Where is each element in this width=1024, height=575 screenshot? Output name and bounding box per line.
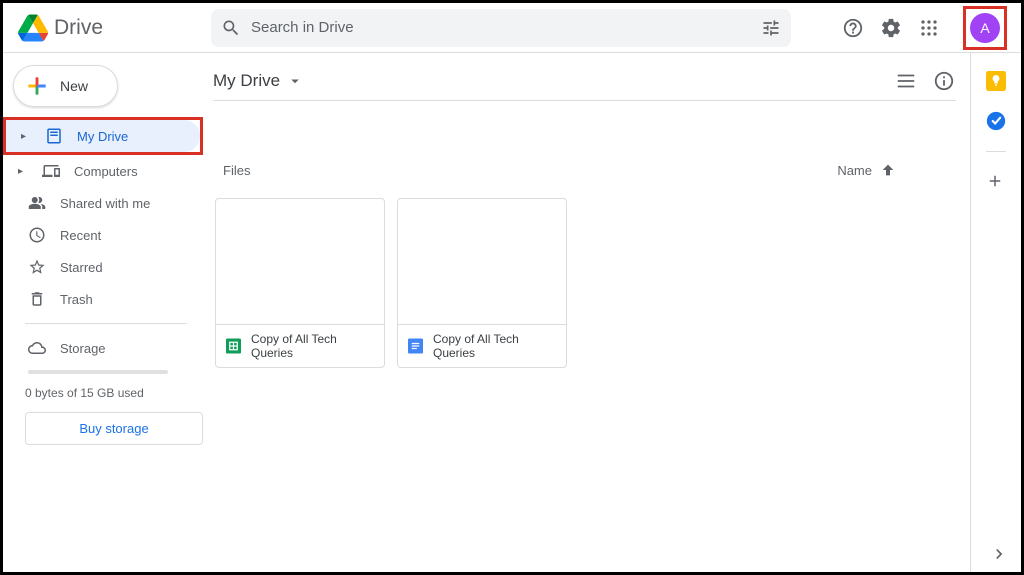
sidebar-item-shared[interactable]: Shared with me bbox=[3, 187, 195, 219]
breadcrumb[interactable]: My Drive bbox=[213, 71, 304, 91]
computers-icon bbox=[42, 162, 60, 180]
star-icon bbox=[28, 258, 46, 276]
content-area: My Drive Files Name bbox=[203, 53, 971, 572]
files-grid: Copy of All Tech Queries Copy of All Tec… bbox=[213, 198, 956, 368]
sheets-icon bbox=[226, 338, 241, 354]
sidebar-item-trash[interactable]: Trash bbox=[3, 283, 195, 315]
keep-app[interactable] bbox=[986, 71, 1006, 91]
sidebar-label: My Drive bbox=[77, 129, 128, 144]
sidebar-item-computers[interactable]: ▸ Computers bbox=[3, 155, 195, 187]
details-button[interactable] bbox=[932, 69, 956, 93]
recent-icon bbox=[28, 226, 46, 244]
expand-icon[interactable]: ▸ bbox=[18, 166, 28, 177]
mydrive-icon bbox=[45, 127, 63, 145]
cloud-icon bbox=[28, 339, 46, 357]
sidebar-item-recent[interactable]: Recent bbox=[3, 219, 195, 251]
list-view-button[interactable] bbox=[894, 69, 918, 93]
breadcrumb-label: My Drive bbox=[213, 71, 280, 91]
docs-icon bbox=[408, 338, 423, 354]
sidebar-label: Recent bbox=[60, 228, 101, 243]
file-preview bbox=[398, 199, 566, 325]
list-view-icon bbox=[895, 70, 917, 92]
sort-control[interactable]: Name bbox=[837, 162, 896, 178]
sidebar-label: Shared with me bbox=[60, 196, 150, 211]
storage-bar bbox=[28, 370, 168, 374]
search-icon bbox=[221, 18, 241, 38]
tasks-app[interactable] bbox=[986, 111, 1006, 131]
mydrive-highlight: ▸ My Drive bbox=[3, 117, 203, 155]
gear-icon bbox=[880, 17, 902, 39]
chevron-right-icon bbox=[989, 544, 1009, 564]
file-name: Copy of All Tech Queries bbox=[251, 332, 374, 360]
sidebar-label: Trash bbox=[60, 292, 93, 307]
files-header: Files Name bbox=[213, 162, 956, 178]
file-card[interactable]: Copy of All Tech Queries bbox=[397, 198, 567, 368]
help-button[interactable] bbox=[841, 16, 865, 40]
file-card[interactable]: Copy of All Tech Queries bbox=[215, 198, 385, 368]
content-header: My Drive bbox=[213, 61, 956, 101]
sidebar: New ▸ My Drive ▸ Computers Shared with m… bbox=[3, 53, 203, 572]
apps-button[interactable] bbox=[917, 16, 941, 40]
header-actions: A bbox=[841, 6, 1011, 50]
side-divider bbox=[986, 151, 1006, 152]
expand-icon[interactable]: ▸ bbox=[21, 131, 31, 142]
app-name: Drive bbox=[54, 16, 103, 40]
settings-button[interactable] bbox=[879, 16, 903, 40]
dropdown-icon bbox=[286, 72, 304, 90]
header: Drive A bbox=[3, 3, 1021, 53]
arrow-up-icon bbox=[880, 162, 896, 178]
help-icon bbox=[842, 17, 864, 39]
new-button-label: New bbox=[60, 78, 88, 94]
account-avatar[interactable]: A bbox=[970, 13, 1000, 43]
trash-icon bbox=[28, 290, 46, 308]
divider bbox=[25, 323, 187, 324]
storage-usage: 0 bytes of 15 GB used bbox=[25, 386, 203, 400]
sort-label: Name bbox=[837, 163, 872, 178]
apps-grid-icon bbox=[920, 19, 938, 37]
search-options-icon[interactable] bbox=[761, 18, 781, 38]
buy-storage-button[interactable]: Buy storage bbox=[25, 412, 203, 445]
sidebar-item-mydrive[interactable]: ▸ My Drive bbox=[6, 120, 200, 152]
shared-icon bbox=[28, 194, 46, 212]
keep-icon bbox=[986, 71, 1006, 91]
new-button[interactable]: New bbox=[13, 65, 118, 107]
drive-logo-icon bbox=[18, 14, 48, 42]
section-label: Files bbox=[223, 163, 250, 178]
plus-icon bbox=[24, 73, 50, 99]
info-icon bbox=[933, 70, 955, 92]
file-name: Copy of All Tech Queries bbox=[433, 332, 556, 360]
file-preview bbox=[216, 199, 384, 325]
sidebar-item-storage[interactable]: Storage bbox=[3, 332, 195, 364]
tasks-icon bbox=[986, 111, 1006, 131]
addons-button[interactable] bbox=[986, 172, 1006, 192]
avatar-highlight: A bbox=[963, 6, 1007, 50]
sidebar-item-starred[interactable]: Starred bbox=[3, 251, 195, 283]
search-input[interactable] bbox=[251, 19, 761, 36]
sidebar-label: Storage bbox=[60, 341, 106, 356]
search-bar[interactable] bbox=[211, 9, 791, 47]
collapse-panel-button[interactable] bbox=[989, 544, 1009, 564]
plus-icon bbox=[986, 172, 1004, 190]
side-panel bbox=[971, 53, 1021, 572]
sidebar-label: Computers bbox=[74, 164, 138, 179]
main-area: New ▸ My Drive ▸ Computers Shared with m… bbox=[3, 53, 1021, 572]
logo-area[interactable]: Drive bbox=[18, 14, 203, 42]
sidebar-label: Starred bbox=[60, 260, 103, 275]
